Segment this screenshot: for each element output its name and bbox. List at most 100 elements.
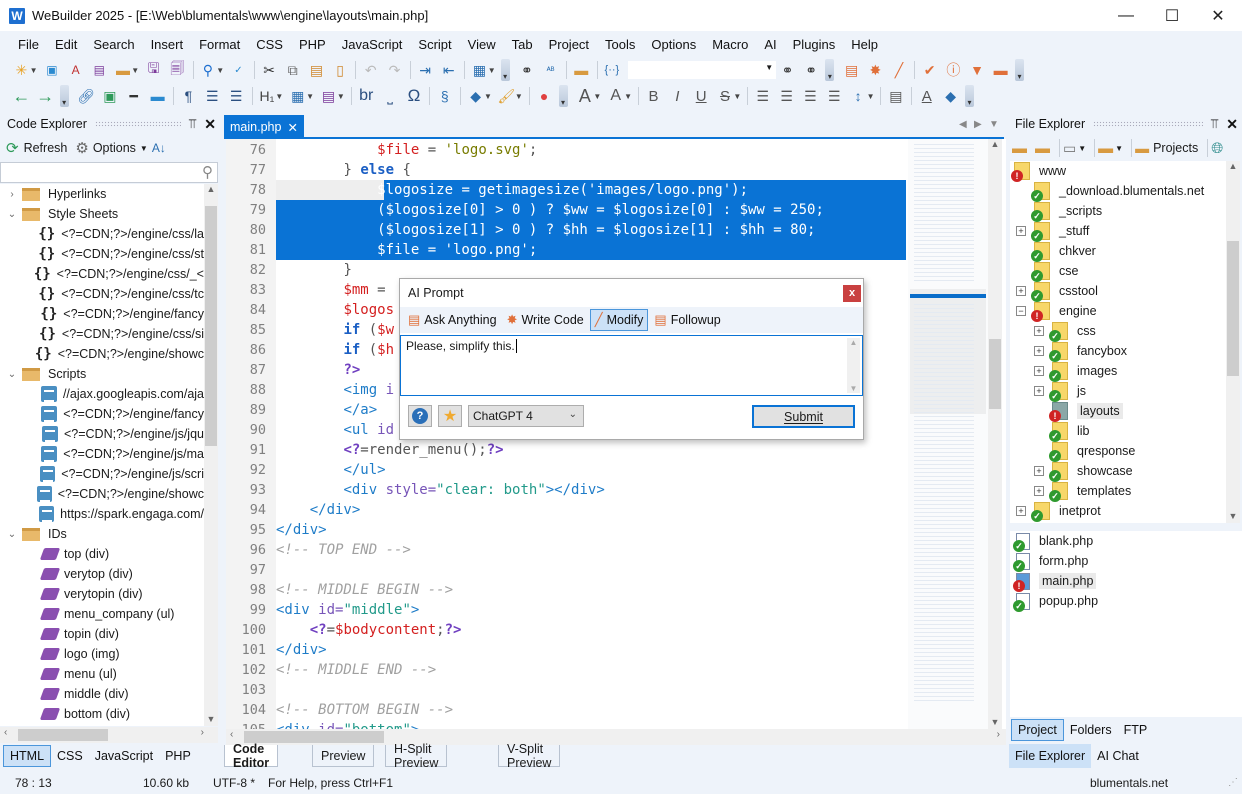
favorite-button[interactable]: ★ xyxy=(438,405,462,427)
mode-tab-modify[interactable]: ╱ Modify xyxy=(589,309,649,331)
prompt-scroll[interactable]: ▲ ▼ xyxy=(847,338,860,393)
expand-icon[interactable]: + xyxy=(1016,286,1026,296)
minimap[interactable] xyxy=(908,139,988,729)
code-line[interactable]: 101 </div> xyxy=(226,640,906,660)
pin-icon[interactable]: ⫪ xyxy=(189,116,196,132)
editor-vscroll[interactable]: ▲ ▼ xyxy=(988,139,1002,729)
italic-button[interactable]: I xyxy=(666,85,689,107)
sort-az-icon[interactable]: A↓ xyxy=(152,141,166,155)
folder-tree-item[interactable]: + ✓ showcase xyxy=(1010,461,1226,482)
menu-project[interactable]: Project xyxy=(541,37,597,52)
bullet-list-button[interactable]: ☰ xyxy=(201,85,224,107)
new-html-button[interactable]: ▣ xyxy=(41,59,64,81)
folder-tree-item[interactable]: −! engine xyxy=(1010,301,1226,322)
chevron-down-icon[interactable]: ⌄ xyxy=(5,529,19,540)
find-next-button[interactable]: ⚭ xyxy=(776,59,799,81)
folder-tree-item[interactable]: ✓ qresponse xyxy=(1010,441,1226,462)
close-panel-icon[interactable]: ✕ xyxy=(1226,116,1238,133)
code-line[interactable]: 78 $logosize = getimagesize('images/logo… xyxy=(226,180,906,200)
options-button[interactable]: Options xyxy=(93,141,136,155)
menu-plugins[interactable]: Plugins xyxy=(785,37,844,52)
ai-prompt-button[interactable]: ▤ xyxy=(840,59,863,81)
folder-up-icon[interactable]: ▬ xyxy=(1012,140,1027,157)
folder-tree-item[interactable]: ! layouts xyxy=(1010,401,1226,422)
font-color-button[interactable]: A xyxy=(915,85,938,107)
view-tab-code-editor[interactable]: Code Editor xyxy=(224,742,279,770)
cut-button[interactable]: ✂ xyxy=(258,59,281,81)
file-item[interactable]: ✓ popup.php xyxy=(1010,591,1242,612)
menu-help[interactable]: Help xyxy=(843,37,886,52)
code-line[interactable]: 80 ($logosize[1] > 0 ) ? $hh = $logosize… xyxy=(226,220,906,240)
link-button[interactable]: 🔗︎ xyxy=(75,85,98,107)
dialog-close-button[interactable]: x xyxy=(843,285,861,302)
hr-button[interactable]: ━ xyxy=(122,85,145,107)
validate-button[interactable]: ✔ xyxy=(918,59,941,81)
spellcheck-button[interactable]: ✓ xyxy=(227,59,250,81)
code-tree-item[interactable]: {} <?=CDN;?>/engine/css/_< xyxy=(0,264,204,284)
omega-button[interactable]: Ω xyxy=(403,85,426,107)
menu-ai[interactable]: AI xyxy=(756,37,784,52)
snippet-button[interactable]: {··} xyxy=(601,59,624,81)
code-tree-item[interactable]: <?=CDN;?>/engine/fancy xyxy=(0,404,204,424)
folder-tree-item[interactable]: ✓ _download.blumentals.net xyxy=(1010,181,1226,202)
close-window-button[interactable]: ✕ xyxy=(1195,0,1241,31)
comment-button[interactable]: ▬ xyxy=(989,59,1012,81)
save-all-button[interactable]: 🗐 xyxy=(166,59,189,81)
chevron-down-icon[interactable]: ⌄ xyxy=(5,369,19,380)
code-line[interactable]: 96 <!-- TOP END --> xyxy=(226,540,906,560)
tab-scroll-right-icon[interactable]: ▶ xyxy=(974,119,982,130)
forward-button[interactable]: → xyxy=(34,85,57,107)
menu-javascript[interactable]: JavaScript xyxy=(334,37,411,52)
view-tab-preview[interactable]: Preview xyxy=(312,745,375,767)
expand-icon[interactable]: + xyxy=(1034,466,1044,476)
hscroll-thumb[interactable] xyxy=(18,729,108,741)
folder-tree-item[interactable]: ✓ chkver xyxy=(1010,241,1226,262)
code-tree-item[interactable]: bottom (div) xyxy=(0,704,204,724)
code-explorer-hscroll[interactable]: ‹ › xyxy=(0,727,218,743)
tab-main-php[interactable]: main.php ✕ xyxy=(224,115,304,139)
code-line[interactable]: 97 xyxy=(226,560,906,580)
folder-tree-item[interactable]: + ✓ images xyxy=(1010,361,1226,382)
menu-macro[interactable]: Macro xyxy=(704,37,756,52)
prompt-input[interactable]: Please, simplify this. xyxy=(401,336,862,356)
filter-button[interactable]: ▼ xyxy=(966,59,989,81)
block-button[interactable]: ▤ xyxy=(884,85,907,107)
menu-options[interactable]: Options xyxy=(643,37,704,52)
folder-tree-item[interactable]: + ✓ csstool xyxy=(1010,281,1226,302)
folder-tree-item[interactable]: ✓ cse xyxy=(1010,261,1226,282)
folder-tree-item[interactable]: ! www xyxy=(1010,161,1226,182)
mode-tab-write-code[interactable]: ✸ Write Code xyxy=(503,309,588,331)
code-line[interactable]: 104 <!-- BOTTOM BEGIN --> xyxy=(226,700,906,720)
code-explorer-search[interactable]: ⚲ xyxy=(0,162,218,183)
code-tree-item[interactable]: {} <?=CDN;?>/engine/fancy xyxy=(0,304,204,324)
code-tree-item[interactable]: <?=CDN;?>/engine/showc xyxy=(0,484,204,504)
file-item[interactable]: ✓ blank.php xyxy=(1010,531,1242,552)
resize-grip-icon[interactable]: ⋰ xyxy=(1228,777,1238,788)
view-tab-h-split-preview[interactable]: H-Split Preview xyxy=(385,742,448,770)
code-tree-item[interactable]: //ajax.googleapis.com/aja xyxy=(0,384,204,404)
folder-tree-item[interactable]: ✓ _scripts xyxy=(1010,201,1226,222)
image-button[interactable]: ▣ xyxy=(98,85,121,107)
lang-tab-html[interactable]: HTML xyxy=(3,745,52,767)
mode-tab-ask-anything[interactable]: ▤ Ask Anything xyxy=(404,309,501,331)
file-item[interactable]: ! main.php xyxy=(1010,571,1242,592)
find-prev-button[interactable]: ⚭ xyxy=(800,59,823,81)
code-tree-item[interactable]: {} <?=CDN;?>/engine/css/si xyxy=(0,324,204,344)
indent-button[interactable]: ⇥ xyxy=(414,59,437,81)
code-line[interactable]: 79 ($logosize[0] > 0 ) ? $ww = $logosize… xyxy=(226,200,906,220)
code-tree-item[interactable]: ⌄ Style Sheets xyxy=(0,204,204,224)
underline-button[interactable]: U xyxy=(690,85,713,107)
align-left-button[interactable]: ☰ xyxy=(751,85,774,107)
maximize-button[interactable]: ☐ xyxy=(1149,0,1195,31)
save-button[interactable]: 🖫 xyxy=(142,59,165,81)
code-tree-item[interactable]: https://spark.engaga.com/ xyxy=(0,504,204,524)
toolbar-overflow-3[interactable]: ▾ xyxy=(1015,59,1024,81)
code-tree-item[interactable]: verytopin (div) xyxy=(0,584,204,604)
menu-tab[interactable]: Tab xyxy=(504,37,541,52)
fe-tab-ftp[interactable]: FTP xyxy=(1118,719,1154,741)
menu-css[interactable]: CSS xyxy=(248,37,291,52)
code-line[interactable]: 91 <?=render_menu();?> xyxy=(226,440,906,460)
script-button[interactable]: § xyxy=(433,85,456,107)
code-line[interactable]: 76 $file = 'logo.svg'; xyxy=(226,140,906,160)
folder-tree-item[interactable]: ✓ lib xyxy=(1010,421,1226,442)
